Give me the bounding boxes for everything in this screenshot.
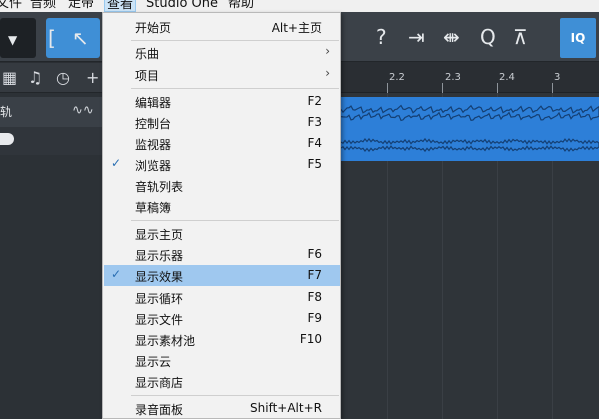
menu-item-label: 显示循环	[135, 292, 184, 306]
grid-icon[interactable]: ▦	[2, 69, 17, 87]
menu-item-shortcut: F4	[307, 136, 322, 150]
tracks-panel: ▦ ♫ ◷ + 轨 ∿∿	[0, 63, 102, 419]
menu-item-label: 项目	[135, 69, 160, 83]
help-icon[interactable]: ?	[376, 27, 387, 47]
menu-item-song[interactable]: 乐曲 ›	[104, 42, 340, 63]
submenu-arrow-icon: ›	[325, 44, 330, 58]
note-icon[interactable]: ♫	[28, 69, 42, 87]
menu-item-show-shop[interactable]: 显示商店	[104, 371, 340, 392]
track-controls	[0, 127, 102, 155]
menu-item-shortcut: F8	[307, 290, 322, 304]
menu-view[interactable]: 查看	[104, 0, 137, 12]
menu-item-shortcut: F9	[307, 311, 322, 325]
menu-studio-one[interactable]: Studio One	[146, 0, 218, 12]
menubar: 文件 音频 走带 查看 Studio One 帮助	[0, 0, 599, 12]
menu-item-browser[interactable]: ✓ 浏览器 F5	[104, 154, 340, 175]
menu-item-shortcut: F2	[307, 94, 322, 108]
tracks-toolbar: ▦ ♫ ◷ +	[0, 63, 102, 93]
track-selector[interactable]: ▼	[0, 18, 36, 58]
ruler-tick	[387, 83, 388, 93]
menu-item-console[interactable]: 控制台 F3	[104, 112, 340, 133]
menu-item-show-cloud[interactable]: 显示云	[104, 350, 340, 371]
menu-audio[interactable]: 音频	[30, 0, 56, 12]
menu-item-show-home[interactable]: 显示主页	[104, 223, 340, 244]
submenu-arrow-icon: ›	[325, 66, 330, 80]
menu-item-project[interactable]: 项目 ›	[104, 64, 340, 85]
waveform-icon: ∿∿	[72, 103, 94, 118]
ruler-tick-label: 3	[554, 72, 561, 83]
menu-item-shortcut: F7	[307, 268, 322, 282]
chevron-down-icon[interactable]: ▼	[8, 30, 17, 50]
timeline-ruler[interactable]: 2.2 2.3 2.4 3	[341, 63, 599, 93]
menu-separator	[131, 220, 339, 221]
menu-item-label: 控制台	[135, 117, 172, 131]
menu-item-shortcut: Alt+主页	[271, 21, 322, 35]
view-menu: 开始页 Alt+主页 乐曲 › 项目 › 编辑器 F2 控制台 F3 监视器 F…	[102, 12, 341, 419]
menu-item-scratch-pad[interactable]: 草稿簿	[104, 196, 340, 217]
checkmark-icon: ✓	[111, 156, 122, 170]
audio-clip[interactable]	[341, 97, 599, 161]
menu-item-label: 显示商店	[135, 376, 184, 390]
bracket-icon[interactable]: [	[48, 28, 56, 48]
ruler-tick-label: 2.4	[499, 72, 515, 83]
menu-item-label: 显示素材池	[135, 334, 196, 348]
snap-icon[interactable]: ⇥	[408, 27, 425, 47]
menu-item-track-list[interactable]: 音轨列表	[104, 175, 340, 196]
menu-item-show-effects[interactable]: ✓ 显示效果 F7	[104, 265, 340, 286]
loop-icon[interactable]	[0, 133, 14, 145]
quantize-icon[interactable]: ⇼	[443, 27, 460, 47]
menu-transport[interactable]: 走带	[68, 0, 94, 12]
menu-item-show-files[interactable]: 显示文件 F9	[104, 308, 340, 329]
menu-help[interactable]: 帮助	[228, 0, 254, 12]
add-track-icon[interactable]: +	[86, 69, 99, 87]
menu-item-record-panel[interactable]: 录音面板 Shift+Alt+R	[104, 398, 340, 419]
menu-item-show-loops[interactable]: 显示循环 F8	[104, 287, 340, 308]
clock-icon[interactable]: ◷	[56, 69, 70, 87]
menu-item-start-page[interactable]: 开始页 Alt+主页	[104, 16, 340, 37]
menu-item-show-pool[interactable]: 显示素材池 F10	[104, 329, 340, 350]
menu-item-shortcut: Shift+Alt+R	[250, 401, 322, 415]
ruler-tick	[552, 83, 553, 93]
ruler-tick	[497, 83, 498, 93]
menu-item-label: 显示文件	[135, 313, 184, 327]
pointer-icon[interactable]: ↖	[72, 28, 89, 48]
menu-item-label: 开始页	[135, 21, 172, 35]
menu-item-shortcut: F6	[307, 247, 322, 261]
menu-item-shortcut: F5	[307, 157, 322, 171]
menu-item-monitor[interactable]: 监视器 F4	[104, 133, 340, 154]
menu-separator	[131, 395, 339, 396]
waveform	[341, 104, 599, 153]
ruler-tick	[442, 83, 443, 93]
tool-group[interactable]: [ ↖	[46, 18, 100, 58]
menu-item-label: 乐曲	[135, 47, 160, 61]
iq-button[interactable]: IQ	[560, 18, 596, 58]
menu-item-label: 草稿簿	[135, 201, 172, 215]
menu-item-shortcut: F3	[307, 115, 322, 129]
menu-item-label: 编辑器	[135, 96, 172, 110]
ruler-tick-label: 2.2	[389, 72, 405, 83]
menu-item-label: 显示效果	[135, 270, 184, 284]
track-name: 轨	[0, 105, 13, 119]
arrange-view[interactable]: 2.2 2.3 2.4 3	[341, 63, 599, 419]
menu-separator	[131, 40, 339, 41]
menu-item-label: 显示乐器	[135, 249, 184, 263]
checkmark-icon: ✓	[111, 267, 122, 281]
menu-item-label: 显示主页	[135, 228, 184, 242]
menu-item-label: 音轨列表	[135, 180, 184, 194]
ruler-tick-label: 2.3	[445, 72, 461, 83]
menu-item-label: 显示云	[135, 355, 172, 369]
track-header[interactable]: 轨 ∿∿	[0, 97, 102, 127]
metronome-icon[interactable]: ⊼	[513, 27, 528, 47]
menu-item-shortcut: F10	[299, 332, 322, 346]
menu-item-label: 监视器	[135, 138, 172, 152]
menu-item-label: 录音面板	[135, 403, 184, 417]
q-icon[interactable]: Q	[480, 27, 496, 47]
menu-item-editor[interactable]: 编辑器 F2	[104, 91, 340, 112]
menu-separator	[131, 88, 339, 89]
menu-file[interactable]: 文件	[0, 0, 22, 12]
menu-item-label: 浏览器	[135, 159, 172, 173]
menu-item-show-instruments[interactable]: 显示乐器 F6	[104, 244, 340, 265]
